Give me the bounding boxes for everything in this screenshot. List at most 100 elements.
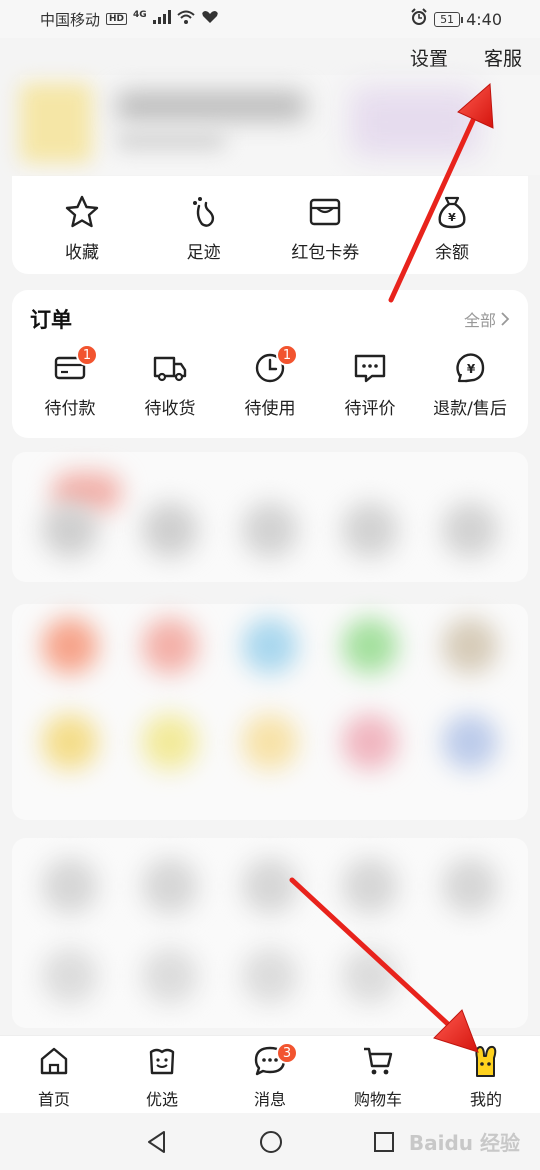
status-left: 中国移动 HD 4G — [40, 9, 219, 30]
avatar — [20, 83, 92, 163]
tab-label: 消息 — [253, 1090, 286, 1109]
battery-indicator: 51 — [434, 11, 464, 27]
svg-text:¥: ¥ — [448, 211, 456, 224]
truck-icon — [150, 348, 190, 388]
quick-actions-card: 收藏 足迹 红包卡券 ¥ 余额 — [12, 176, 528, 274]
tab-mine[interactable]: 我的 — [436, 1044, 536, 1110]
blurred-blob — [442, 858, 498, 914]
user-info-blurred — [116, 133, 226, 149]
blurred-blob — [42, 618, 98, 674]
tab-selected[interactable]: 优选 — [112, 1044, 212, 1110]
back-triangle-icon[interactable] — [144, 1129, 170, 1155]
svg-text:¥: ¥ — [467, 362, 476, 376]
membership-badge-blurred — [350, 87, 480, 157]
orders-title: 订单 — [30, 308, 72, 332]
blurred-blob — [142, 618, 198, 674]
tab-label: 我的 — [469, 1090, 502, 1109]
quick-item-balance[interactable]: ¥ 余额 — [402, 192, 502, 263]
quick-item-favorites[interactable]: 收藏 — [32, 192, 132, 263]
order-item-to-review[interactable]: 待评价 — [320, 348, 420, 419]
customer-service-link[interactable]: 客服 — [484, 44, 522, 71]
blurred-blob — [242, 502, 298, 558]
blurred-blob — [342, 502, 398, 558]
order-item-label: 待使用 — [244, 399, 296, 419]
blurred-blob — [142, 502, 198, 558]
tab-cart[interactable]: 购物车 — [328, 1044, 428, 1110]
blurred-blob — [142, 714, 198, 770]
refund-icon: ¥ — [450, 348, 490, 388]
clock-time: 4:40 — [466, 9, 502, 29]
order-badge: 1 — [276, 344, 298, 366]
blurred-blob — [142, 948, 198, 1004]
order-item-pending-payment[interactable]: 1 待付款 — [20, 344, 120, 419]
blurred-blob — [442, 502, 498, 558]
quick-item-coupons[interactable]: 红包卡券 — [275, 192, 375, 263]
blurred-blob — [42, 714, 98, 770]
signal-icon — [152, 10, 171, 28]
blurred-section-1 — [12, 452, 528, 582]
orders-all-link[interactable]: 全部 — [464, 307, 510, 331]
blurred-blob — [242, 714, 298, 770]
tab-messages[interactable]: 3 消息 — [220, 1042, 320, 1110]
order-item-refund[interactable]: ¥ 退款/售后 — [420, 348, 520, 419]
blurred-blob — [342, 858, 398, 914]
quick-item-history[interactable]: 足迹 — [159, 192, 249, 263]
order-item-label: 退款/售后 — [433, 399, 507, 419]
orders-header: 订单 全部 — [12, 290, 528, 334]
quick-item-label: 余额 — [434, 243, 469, 263]
recent-apps-square-icon[interactable] — [372, 1130, 396, 1154]
blurred-section-2 — [12, 604, 528, 820]
blurred-blob — [42, 858, 98, 914]
blurred-blob — [342, 714, 398, 770]
bottom-tab-bar: 首页 优选 3 消息 购物车 我的 — [0, 1035, 540, 1113]
select-bag-icon — [145, 1044, 179, 1082]
mascot-icon — [469, 1044, 503, 1082]
order-item-label: 待评价 — [344, 399, 396, 419]
tab-home[interactable]: 首页 — [4, 1044, 104, 1110]
comment-icon — [350, 348, 390, 388]
tab-label: 购物车 — [353, 1090, 402, 1109]
status-bar: 中国移动 HD 4G 51 4:40 — [0, 0, 540, 38]
blurred-blob — [242, 948, 298, 1004]
orders-card: 订单 全部 1 待付款 待收货 1 待使用 待评价 ¥ 退款/售后 — [12, 290, 528, 438]
footprint-icon — [184, 192, 224, 232]
quick-item-label: 收藏 — [65, 243, 99, 263]
network-type: 4G — [133, 10, 147, 20]
app-screen: 中国移动 HD 4G 51 4:40 设置 客服 收藏 足迹 红包卡券 ¥ 余额… — [0, 0, 540, 1170]
order-badge: 1 — [76, 344, 98, 366]
blurred-blob — [342, 618, 398, 674]
settings-link[interactable]: 设置 — [410, 44, 448, 71]
blurred-blob — [42, 948, 98, 1004]
quick-actions-row: 收藏 足迹 红包卡券 ¥ 余额 — [12, 176, 528, 263]
blurred-blob — [442, 714, 498, 770]
blurred-blob — [342, 948, 398, 1004]
blurred-section-3 — [12, 838, 528, 1028]
tab-label: 优选 — [145, 1090, 178, 1109]
order-item-to-use[interactable]: 1 待使用 — [220, 344, 320, 419]
blurred-blob — [242, 858, 298, 914]
status-right: 51 4:40 — [410, 8, 502, 30]
order-item-pending-receipt[interactable]: 待收货 — [120, 348, 220, 419]
blurred-blob — [442, 618, 498, 674]
cart-icon — [361, 1044, 395, 1082]
watermark: Baidu 经验 — [408, 1131, 520, 1155]
money-bag-icon: ¥ — [432, 192, 472, 232]
tab-label: 首页 — [37, 1090, 70, 1109]
order-item-label: 待收货 — [144, 399, 196, 419]
blurred-blob — [42, 502, 98, 558]
alarm-icon — [410, 8, 428, 30]
home-circle-icon[interactable] — [258, 1129, 284, 1155]
star-icon — [62, 192, 102, 232]
chevron-right-icon — [501, 312, 510, 326]
order-item-label: 待付款 — [44, 399, 96, 419]
blurred-blob — [242, 618, 298, 674]
home-icon — [37, 1044, 71, 1082]
hd-badge: HD — [106, 13, 128, 25]
profile-header-blurred[interactable] — [20, 75, 540, 175]
carrier-label: 中国移动 — [40, 10, 101, 29]
message-badge: 3 — [276, 1042, 298, 1064]
user-name-blurred — [116, 91, 306, 121]
top-links: 设置 客服 — [410, 44, 522, 71]
orders-row: 1 待付款 待收货 1 待使用 待评价 ¥ 退款/售后 — [12, 334, 528, 419]
blurred-blob — [142, 858, 198, 914]
